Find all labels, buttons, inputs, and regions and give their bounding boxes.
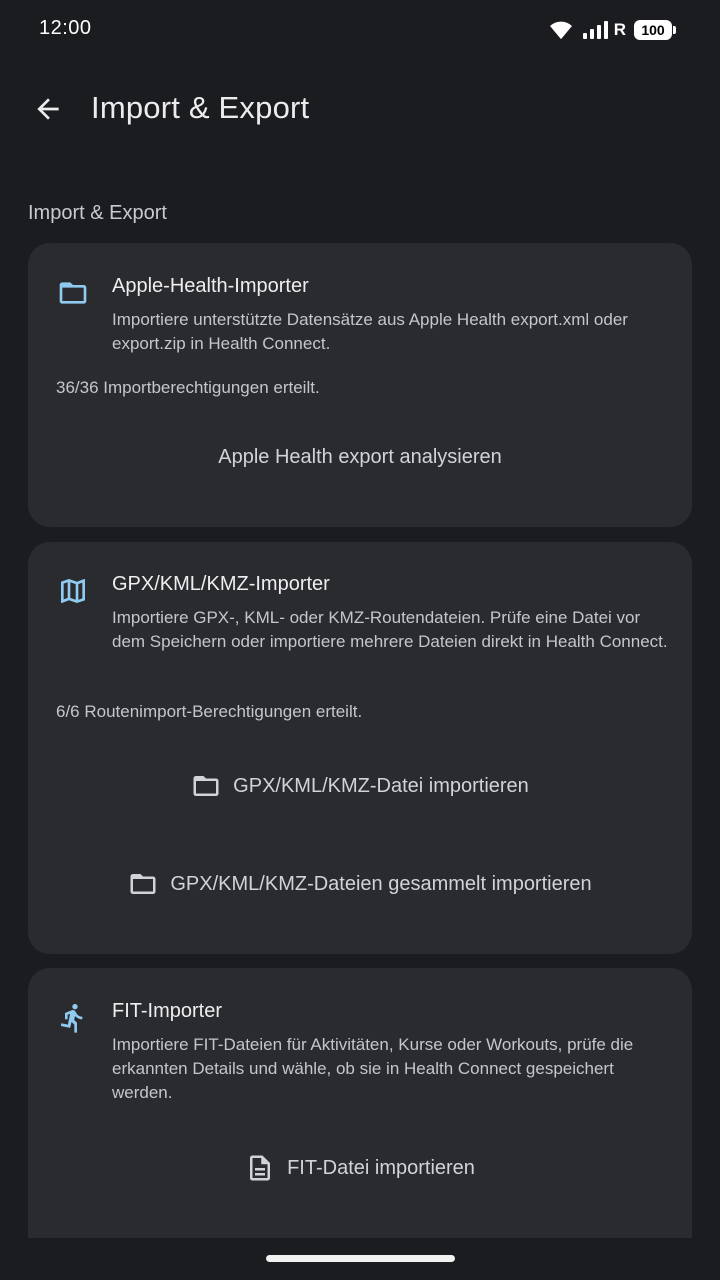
page-title: Import & Export (91, 90, 310, 125)
arrow-back-icon (37, 98, 59, 120)
import-fit-file-button[interactable]: FIT-Datei importieren (28, 1142, 692, 1194)
button-label: Apple Health export analysieren (218, 445, 502, 468)
button-label: GPX/KML/KMZ-Dateien gesammelt importiere… (170, 872, 592, 895)
folder-icon (193, 776, 219, 796)
folder-icon (130, 874, 156, 894)
card-description: Importiere FIT-Dateien für Aktivitäten, … (112, 1035, 634, 1102)
button-label: FIT-Datei importieren (287, 1156, 475, 1179)
screen: 12:00 R 100 Import & Export Import & Exp… (0, 0, 720, 1280)
fit-importer-card: FIT-Importer Importiere FIT-Dateien für … (28, 968, 692, 1268)
permission-status: 6/6 Routenimport-Berechtigungen erteilt. (56, 702, 363, 721)
battery-indicator: 100 (634, 20, 676, 40)
import-gpx-file-button[interactable]: GPX/KML/KMZ-Datei importieren (28, 760, 692, 812)
section-label: Import & Export (28, 202, 167, 224)
import-gpx-files-batch-button[interactable]: GPX/KML/KMZ-Dateien gesammelt importiere… (28, 858, 692, 910)
status-bar: 12:00 R 100 (0, 0, 720, 60)
running-person-icon (56, 1001, 90, 1035)
wifi-icon (548, 20, 574, 40)
card-title: GPX/KML/KMZ-Importer (112, 573, 330, 595)
analyze-apple-health-button[interactable]: Apple Health export analysieren (28, 431, 692, 483)
permission-status: 36/36 Importberechtigungen erteilt. (56, 378, 320, 397)
status-time: 12:00 (39, 17, 92, 39)
roaming-label: R (613, 20, 626, 39)
card-description: Importiere GPX-, KML- oder KMZ-Routendat… (112, 608, 668, 651)
status-icons: R 100 (548, 18, 676, 42)
button-label: GPX/KML/KMZ-Datei importieren (233, 774, 529, 797)
card-title: Apple-Health-Importer (112, 275, 309, 297)
back-button[interactable] (24, 85, 72, 133)
gesture-handle[interactable] (266, 1255, 455, 1262)
gpx-importer-card: GPX/KML/KMZ-Importer Importiere GPX-, KM… (28, 542, 692, 954)
card-title: FIT-Importer (112, 1000, 223, 1022)
signal-icon (582, 20, 612, 40)
description-icon (250, 1155, 271, 1181)
folder-icon (56, 276, 90, 310)
apple-health-card: Apple-Health-Importer Importiere unterst… (28, 243, 692, 527)
card-description: Importiere unterstützte Datensätze aus A… (112, 310, 628, 353)
app-bar: Import & Export (0, 80, 720, 138)
map-icon (56, 574, 90, 608)
